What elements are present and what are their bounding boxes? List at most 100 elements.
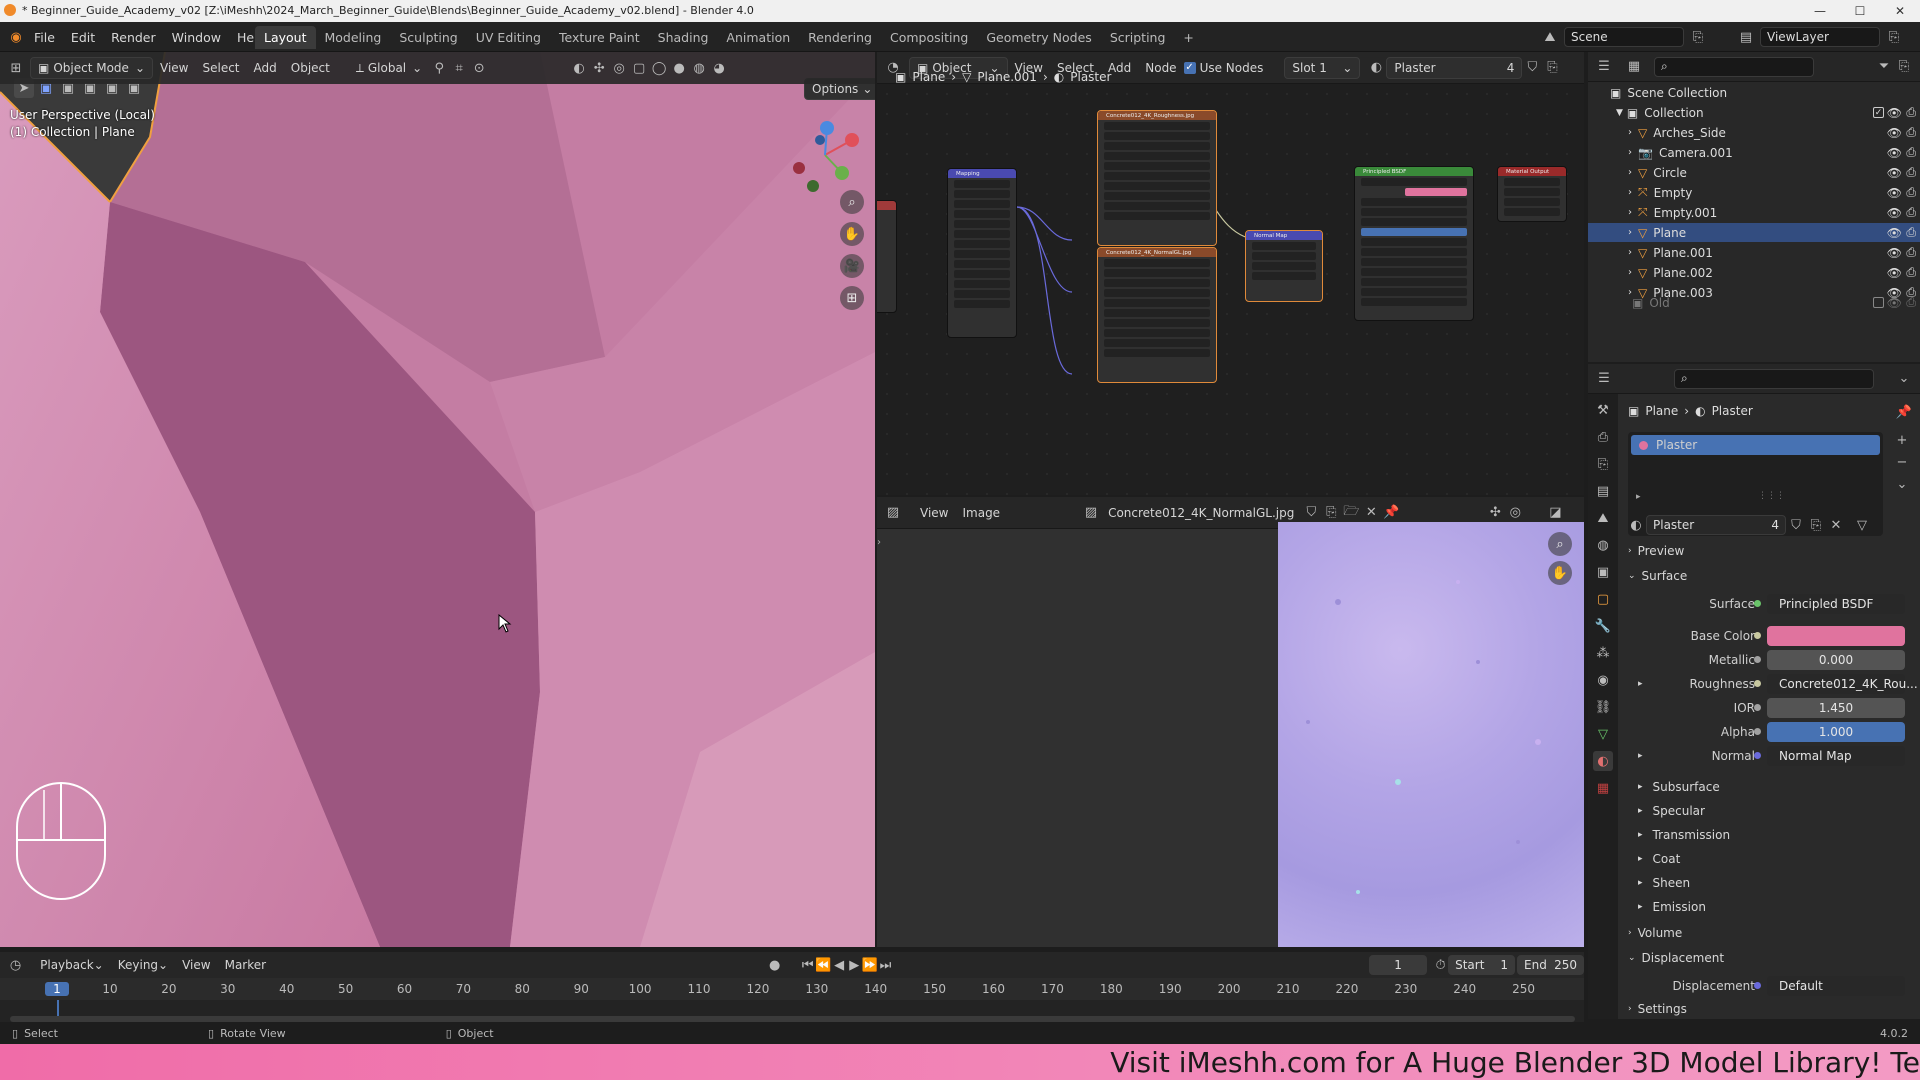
texcoord-node[interactable]: [877, 200, 897, 313]
end-frame-field[interactable]: End 250: [1517, 955, 1584, 975]
viewport-menu-select[interactable]: Select: [195, 57, 246, 79]
image-zoom-icon[interactable]: ⌕: [1548, 532, 1572, 556]
old-collection-checkbox[interactable]: [1873, 297, 1884, 308]
menu-render[interactable]: Render: [103, 30, 164, 45]
expand-arrow-icon[interactable]: ›: [1628, 207, 1632, 218]
expand-arrow-icon[interactable]: ▸: [1638, 679, 1643, 689]
visibility-eye-icon[interactable]: 👁: [1887, 206, 1902, 220]
world-tab-icon[interactable]: ◍: [1593, 535, 1613, 555]
display-mode-icon[interactable]: ▦: [1624, 57, 1644, 77]
expand-arrow-icon[interactable]: ›: [1628, 227, 1632, 238]
timeline-menu-view[interactable]: View: [175, 954, 217, 976]
data-tab-icon[interactable]: ▽: [1593, 724, 1613, 744]
visibility-eye-icon[interactable]: 👁: [1887, 106, 1902, 120]
collection-checkbox[interactable]: ✓: [1873, 107, 1884, 118]
visibility-eye-icon[interactable]: 👁: [1887, 246, 1902, 260]
expand-arrow-icon[interactable]: ›: [1628, 167, 1632, 178]
render-camera-icon[interactable]: ⎙: [1906, 185, 1916, 200]
expand-arrow-icon[interactable]: ›: [1628, 267, 1632, 278]
tool-tab-icon[interactable]: ⚒: [1593, 400, 1613, 420]
expand-arrow-icon[interactable]: ›: [1628, 127, 1632, 138]
tab-animation[interactable]: Animation: [717, 26, 799, 49]
collection-tab-icon[interactable]: ▣: [1593, 562, 1613, 582]
maximize-icon[interactable]: ☐: [1840, 0, 1880, 22]
remove-slot-icon[interactable]: −: [1892, 452, 1912, 472]
tab-layout[interactable]: Layout: [255, 25, 316, 49]
camera-view-icon[interactable]: 🎥: [840, 254, 864, 278]
tab-sculpting[interactable]: Sculpting: [390, 26, 466, 49]
material-name-input[interactable]: Plaster 4: [1646, 515, 1786, 535]
property-value[interactable]: [1767, 626, 1905, 646]
property-value[interactable]: Normal Map: [1767, 746, 1905, 766]
display-channels-icon[interactable]: ◪: [1545, 503, 1565, 523]
image-name[interactable]: Concrete012_4K_NormalGL.jpg: [1101, 502, 1301, 524]
timeline-type-icon[interactable]: ◷: [8, 955, 23, 975]
timeline[interactable]: ◷ Playback ⌄ Keying ⌄ View Marker ● ⏮ ⏪ ◀ …: [0, 952, 1584, 1032]
subsection-panel[interactable]: ▸ Specular: [1638, 804, 1705, 818]
render-camera-icon[interactable]: ⎙: [1906, 165, 1916, 180]
image-gizmo-icon[interactable]: ✣: [1485, 503, 1505, 523]
surface-panel[interactable]: ⌄ Surface: [1628, 569, 1687, 583]
expand-arrow-icon[interactable]: ›: [1628, 147, 1632, 158]
outliner-item[interactable]: › 📷 Camera.001 👁 ⎙: [1588, 143, 1920, 162]
add-slot-icon[interactable]: +: [1892, 430, 1912, 450]
properties-search-input[interactable]: ⌕: [1674, 368, 1874, 389]
normal-texture-node[interactable]: Concrete012_4K_NormalGL.jpg: [1097, 247, 1217, 383]
xray-icon[interactable]: ▢: [629, 58, 649, 78]
timeline-ruler[interactable]: 1 10 20 30 40 50 60 70 80 90 100 110 120 130 140 150 160…: [0, 978, 1584, 1000]
socket-dot-icon[interactable]: [1754, 752, 1761, 759]
old-collection-row[interactable]: ▣ Old 👁 ⎙: [1588, 293, 1920, 312]
render-camera-icon[interactable]: ⎙: [1906, 125, 1916, 140]
socket-dot-icon[interactable]: [1754, 680, 1761, 687]
material-tab-icon[interactable]: ◐: [1593, 751, 1613, 771]
start-frame-field[interactable]: Start 1: [1448, 955, 1516, 975]
tab-modeling[interactable]: Modeling: [316, 26, 391, 49]
modifier-tab-icon[interactable]: 🔧: [1593, 616, 1613, 636]
tab-shading[interactable]: Shading: [649, 26, 718, 49]
material-duplicate-icon[interactable]: ⎘: [1806, 515, 1826, 535]
outliner-item[interactable]: › ▽ Arches_Side 👁 ⎙: [1588, 123, 1920, 142]
scene-collection-row[interactable]: ▣ Scene Collection: [1588, 83, 1920, 102]
material-browse-icon[interactable]: ◐: [1626, 515, 1646, 535]
render-camera-icon[interactable]: ⎙: [1906, 265, 1916, 280]
shading-material-icon[interactable]: ◍: [689, 58, 709, 78]
expand-arrow-icon[interactable]: ▸: [1638, 751, 1643, 761]
pin-image-icon[interactable]: 📌: [1381, 503, 1401, 523]
render-camera-icon[interactable]: ⎙: [1906, 145, 1916, 160]
current-frame-field[interactable]: 1: [1369, 955, 1427, 975]
add-workspace-icon[interactable]: +: [1174, 26, 1202, 49]
menu-edit[interactable]: Edit: [63, 30, 103, 45]
properties-editor[interactable]: ☰ ⌕ ⌄ ⚒ ⎙ ⎘ ▤ ⛰ ◍ ▣ ▢ 🔧 ⁂ ◉ ⛓ ▽ ◐ ▦ ▣ Pl…: [1588, 364, 1920, 1019]
material-unlink-icon[interactable]: ✕: [1826, 515, 1846, 535]
image-menu-view[interactable]: View: [913, 502, 955, 524]
close-icon[interactable]: ✕: [1880, 0, 1920, 22]
outliner-item[interactable]: › ▽ Plane.001 👁 ⎙: [1588, 243, 1920, 262]
open-image-icon[interactable]: 🗁: [1341, 503, 1361, 523]
outliner-search-input[interactable]: ⌕: [1654, 56, 1814, 77]
expand-arrow-icon[interactable]: ›: [1628, 247, 1632, 258]
object-tab-icon[interactable]: ▢: [1593, 589, 1613, 609]
visibility-eye-icon[interactable]: 👁: [1887, 266, 1902, 280]
prev-keyframe-icon[interactable]: ⏪: [815, 955, 831, 975]
tab-geometry-nodes[interactable]: Geometry Nodes: [977, 26, 1100, 49]
render-tab-icon[interactable]: ⎙: [1593, 427, 1613, 447]
sidebar-toggle-icon[interactable]: ›: [877, 537, 881, 548]
tab-compositing[interactable]: Compositing: [881, 26, 977, 49]
timeline-menu-keying[interactable]: Keying ⌄: [111, 954, 175, 976]
resize-handle-icon[interactable]: ⋮⋮⋮: [1758, 491, 1785, 501]
outliner-filter-icon[interactable]: ⏷: [1874, 57, 1894, 77]
tab-rendering[interactable]: Rendering: [799, 26, 881, 49]
socket-dot-icon[interactable]: [1754, 656, 1761, 663]
record-icon[interactable]: ●: [767, 955, 782, 975]
physics-tab-icon[interactable]: ◉: [1593, 670, 1613, 690]
overlay-icon[interactable]: ◎: [609, 58, 629, 78]
pin-scene-icon[interactable]: ⎘: [1688, 27, 1708, 47]
tab-scripting[interactable]: Scripting: [1101, 26, 1175, 49]
visibility-eye-icon[interactable]: 👁: [1887, 296, 1902, 310]
image-menu-image[interactable]: Image: [955, 502, 1007, 524]
proportional-edit-icon[interactable]: ⊙: [469, 58, 489, 78]
zoom-icon[interactable]: ⌕: [840, 190, 864, 214]
outliner-item[interactable]: › ▽ Plane.002 👁 ⎙: [1588, 263, 1920, 282]
viewport-menu-view[interactable]: View: [153, 57, 195, 79]
timeline-menu-marker[interactable]: Marker: [218, 954, 273, 976]
